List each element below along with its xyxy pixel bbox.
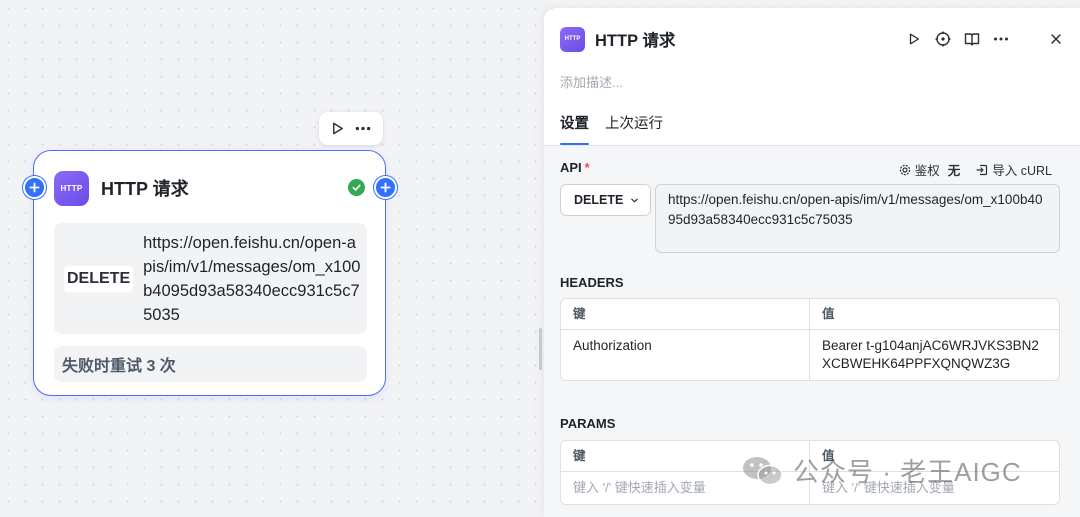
panel-title[interactable]: HTTP 请求 [595,27,675,51]
api-tools: 鉴权无 导入 cURL [899,160,1052,179]
tab-settings[interactable]: 设置 [560,113,589,145]
locate-button[interactable] [934,31,951,48]
method-select[interactable]: DELETE [560,184,651,216]
panel-more-button[interactable] [992,31,1009,48]
method-select-value: DELETE [574,193,624,207]
add-input-port[interactable] [23,176,46,199]
tab-last-run[interactable]: 上次运行 [605,113,663,145]
crosshair-icon [935,31,950,47]
table-header-row: 键 值 [561,299,1059,329]
api-section-label: API * [560,160,590,175]
header-value-input[interactable]: Bearer t-g104anjAC6WRJVKS3BN2XCBWEHK64PP… [810,330,1059,380]
play-icon [909,33,919,45]
run-node-button[interactable] [330,121,345,136]
import-curl-label: 导入 cURL [992,164,1052,178]
auth-button[interactable]: 鉴权无 [899,160,961,179]
gear-icon [899,164,910,175]
plus-icon [380,182,391,193]
more-icon [355,126,371,131]
headers-table: 键 值 Authorization Bearer t-g104anjAC6WRJ… [560,298,1060,381]
panel-tabs: 设置 上次运行 [560,113,1080,145]
node-toolbar [319,112,383,145]
panel-header: HTTP HTTP 请求 [560,26,1064,52]
watermark: 公众号 · 老王AIGC [741,452,1022,489]
node-header: HTTP HTTP 请求 [54,170,365,206]
table-row: Authorization Bearer t-g104anjAC6WRJVKS3… [561,329,1059,380]
wechat-logo-icon [743,456,783,485]
run-button[interactable] [905,31,922,48]
url-input[interactable]: https://open.feishu.cn/open-apis/im/v1/m… [655,184,1060,253]
column-header-value: 值 [822,307,835,321]
more-icon [993,37,1008,41]
http-badge-icon: HTTP [54,170,89,206]
auth-value: 无 [947,164,961,178]
node-retry-info: 失败时重试 3 次 [54,346,367,382]
params-section-label: PARAMS [560,416,616,431]
node-settings-panel: HTTP HTTP 请求 添加描述... 设置 上次运行 API * 鉴权 无 … [544,8,1080,517]
node-url: https://open.feishu.cn/open-apis/im/v1/m… [143,233,361,324]
panel-actions [905,26,1064,52]
auth-label: 鉴权 [914,164,940,178]
headers-section-label: HEADERS [560,275,624,290]
http-badge-icon: HTTP [560,26,585,52]
node-more-button[interactable] [354,121,372,136]
required-mark: * [584,160,590,175]
watermark-text: 公众号 · 老王AIGC [793,457,1022,487]
docs-button[interactable] [963,31,980,48]
import-curl-button[interactable]: 导入 cURL [976,160,1052,179]
header-key-input[interactable]: Authorization [561,330,810,380]
close-panel-button[interactable] [1047,31,1064,48]
play-icon [332,122,343,135]
chevron-down-icon [631,198,639,202]
http-request-node[interactable]: HTTP HTTP 请求 DELETE https://open.feishu.… [33,150,386,396]
description-input[interactable]: 添加描述... [560,72,623,91]
add-output-port[interactable] [374,176,397,199]
panel-resize-handle[interactable] [539,328,542,370]
node-method-tag: DELETE [64,265,134,292]
import-icon [976,164,988,175]
column-header-key: 键 [561,299,810,329]
book-icon [964,32,979,46]
plus-icon [29,182,40,193]
node-title: HTTP 请求 [101,179,189,199]
success-check-icon [348,179,365,196]
node-request-summary: DELETE https://open.feishu.cn/open-apis/… [54,223,367,334]
api-label: API [560,160,582,175]
close-icon [1050,34,1061,44]
